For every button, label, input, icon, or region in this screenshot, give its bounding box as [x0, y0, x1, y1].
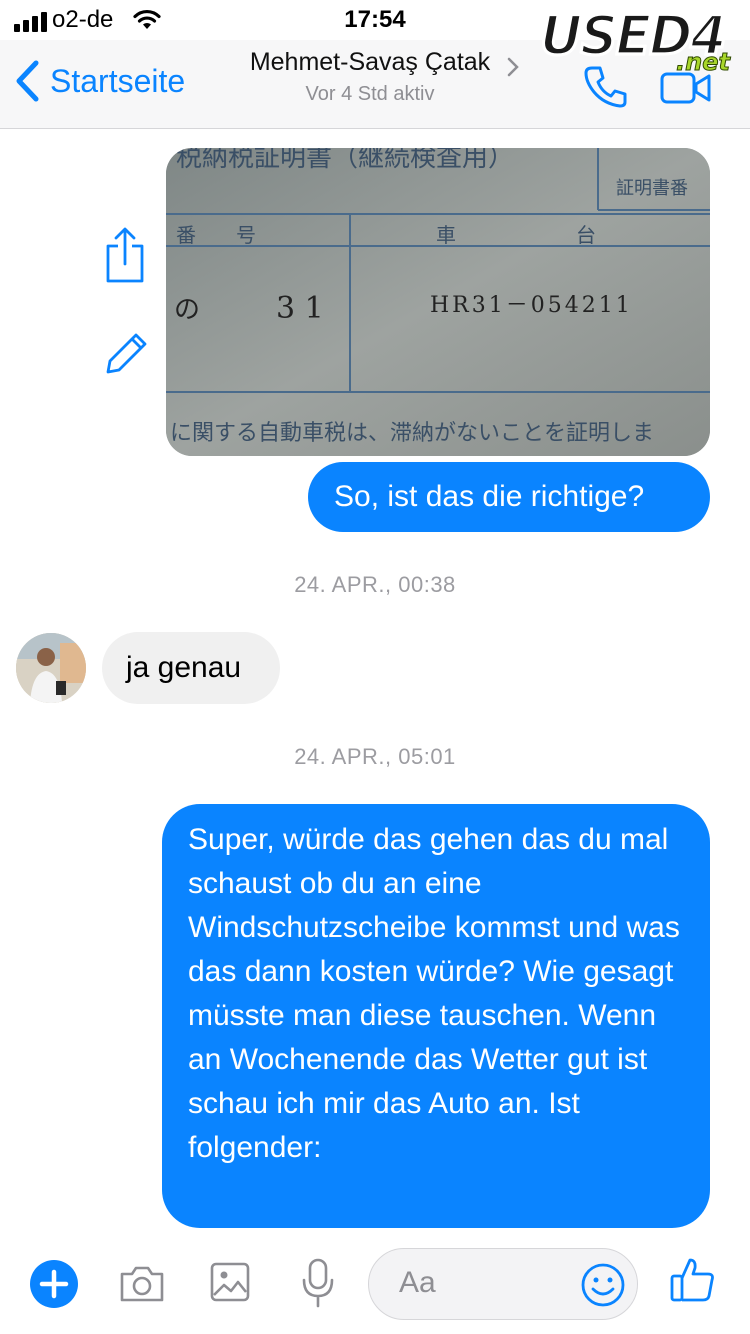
microphone-icon[interactable] — [300, 1258, 336, 1308]
message-input-placeholder: Aa — [399, 1266, 436, 1299]
contact-status: Vor 4 Std aktiv — [305, 83, 435, 105]
image-icon[interactable] — [210, 1262, 250, 1302]
contact-info[interactable]: Mehmet-Savaş Çatak Vor 4 Std aktiv — [200, 48, 540, 106]
doc-title: 税納税証明書（継続検査用） — [176, 148, 514, 173]
doc-col-right: 車 台 — [436, 223, 596, 247]
edit-icon[interactable] — [104, 330, 148, 376]
composer-bar: Aa — [0, 1228, 750, 1334]
watermark-suffix: .net — [676, 48, 731, 77]
message-bubble-outgoing[interactable]: So, ist das die richtige? — [308, 462, 710, 532]
doc-stamp: 証明書番 — [616, 178, 688, 199]
back-button[interactable]: Startseite — [14, 60, 185, 102]
doc-row-kana: の — [174, 295, 200, 325]
watermark-logo: USED4 .net — [539, 3, 740, 96]
message-bubble-incoming[interactable]: ja genau — [102, 632, 280, 704]
smiley-icon[interactable] — [580, 1262, 626, 1308]
shared-document-photo[interactable]: 税納税証明書（継続検査用） 証明書番 番 号 車 台 の 3 1 HR31－05… — [166, 148, 710, 456]
camera-icon[interactable] — [118, 1264, 166, 1304]
plus-icon — [39, 1269, 69, 1299]
chevron-right-icon — [507, 57, 519, 77]
share-icon[interactable] — [104, 226, 146, 284]
doc-col-left: 番 号 — [176, 223, 256, 247]
contact-name: Mehmet-Savaş Çatak — [249, 48, 491, 76]
thumbs-up-icon[interactable] — [670, 1256, 716, 1304]
avatar[interactable] — [16, 633, 86, 703]
message-bubble-outgoing[interactable]: Super, würde das gehen das du mal schaus… — [162, 804, 710, 1228]
message-timestamp: 24. APR., 00:38 — [294, 572, 456, 597]
back-label: Startseite — [50, 62, 186, 99]
message-timestamp: 24. APR., 05:01 — [294, 744, 456, 769]
more-actions-button[interactable] — [30, 1260, 78, 1308]
back-chevron-icon — [16, 60, 39, 102]
doc-chassis-number: HR31－054211 — [430, 293, 633, 318]
doc-row-number: 3 1 — [276, 291, 324, 326]
doc-footer: に関する自動車税は、滞納がないことを証明しま — [170, 421, 654, 446]
